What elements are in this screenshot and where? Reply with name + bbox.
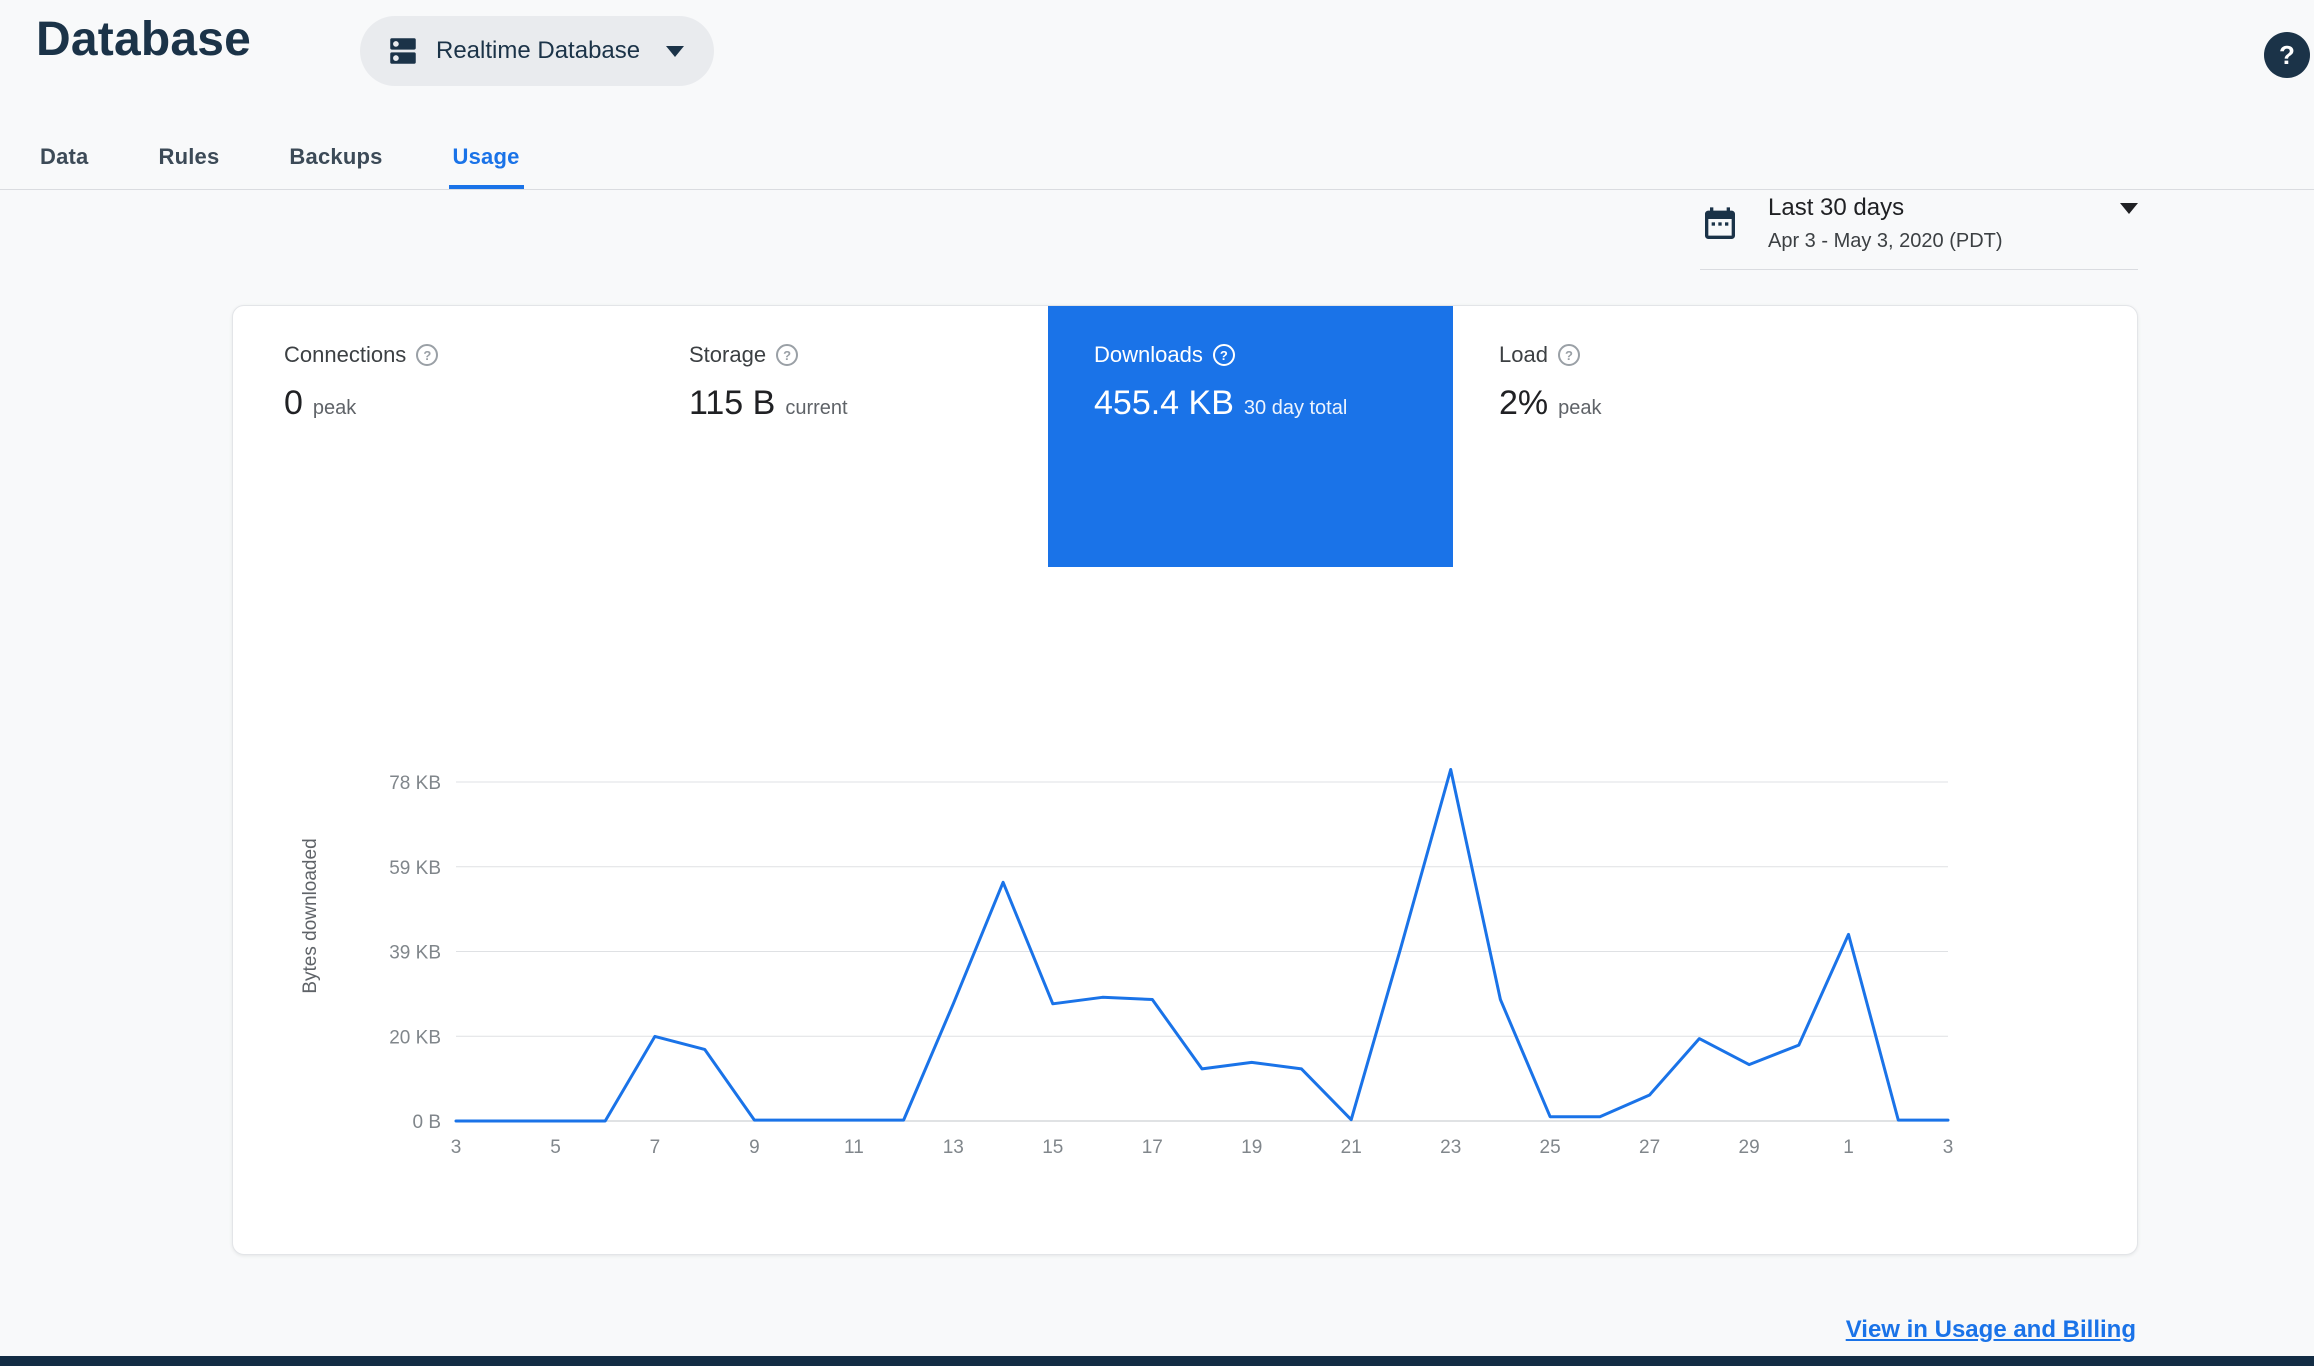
svg-text:27: 27 xyxy=(1639,1137,1660,1158)
database-usage-page: Database Realtime Database ? Data Rules … xyxy=(0,0,2314,1366)
tab-backups[interactable]: Backups xyxy=(285,130,386,189)
metric-label: Load xyxy=(1499,342,1548,367)
svg-text:78 KB: 78 KB xyxy=(389,773,441,794)
metric-unit: peak xyxy=(1558,397,1602,419)
svg-text:19: 19 xyxy=(1241,1137,1262,1158)
chevron-down-icon xyxy=(2120,202,2138,214)
metric-load[interactable]: Load ? 2% peak xyxy=(1453,306,1858,567)
svg-text:23: 23 xyxy=(1440,1137,1461,1158)
date-range-label: Last 30 days xyxy=(1768,194,1905,221)
metric-downloads[interactable]: Downloads ? 455.4 KB 30 day total xyxy=(1048,306,1453,567)
metric-connections[interactable]: Connections ? 0 peak xyxy=(238,306,643,567)
help-circle-icon[interactable]: ? xyxy=(776,344,799,366)
svg-text:25: 25 xyxy=(1540,1137,1561,1158)
svg-text:9: 9 xyxy=(749,1137,760,1158)
svg-text:20 KB: 20 KB xyxy=(389,1027,441,1048)
metric-unit: peak xyxy=(312,397,357,419)
database-instance-selector[interactable]: Realtime Database xyxy=(360,16,715,86)
svg-text:21: 21 xyxy=(1341,1137,1362,1158)
view-usage-billing-link[interactable]: View in Usage and Billing xyxy=(1846,1316,2136,1344)
svg-text:29: 29 xyxy=(1739,1137,1760,1158)
section-tabs: Data Rules Backups Usage xyxy=(0,130,2314,190)
metric-tabs: Connections ? 0 peak Storage ? 115 B cur… xyxy=(238,306,1858,567)
downloads-line-chart: 0 B20 KB39 KB59 KB78 KB3 5 7 9 11 13 15 17 19 21 2… xyxy=(300,768,1954,1158)
svg-text:17: 17 xyxy=(1142,1137,1163,1158)
page-title: Database xyxy=(36,13,252,66)
usage-card: Connections ? 0 peak Storage ? 115 B cur… xyxy=(232,305,2138,1255)
svg-text:7: 7 xyxy=(650,1137,661,1158)
question-mark-icon: ? xyxy=(2279,39,2295,70)
date-range-content: Last 30 days Apr 3 - May 3, 2020 (PDT) xyxy=(1768,194,2138,253)
svg-text:1: 1 xyxy=(1843,1137,1854,1158)
metric-value: 115 B xyxy=(689,384,776,422)
metric-storage[interactable]: Storage ? 115 B current xyxy=(643,306,1048,567)
svg-text:39 KB: 39 KB xyxy=(389,943,441,964)
metric-value: 455.4 KB xyxy=(1094,384,1234,422)
metric-label: Downloads xyxy=(1094,342,1203,367)
metric-label: Connections xyxy=(284,342,407,367)
database-icon xyxy=(386,34,420,68)
tab-data[interactable]: Data xyxy=(36,130,93,189)
date-range-selector[interactable]: Last 30 days Apr 3 - May 3, 2020 (PDT) xyxy=(1700,194,2138,270)
help-button[interactable]: ? xyxy=(2264,32,2310,78)
svg-text:3: 3 xyxy=(451,1137,462,1158)
metric-value: 0 xyxy=(284,384,303,422)
svg-text:13: 13 xyxy=(943,1137,964,1158)
help-circle-icon[interactable]: ? xyxy=(416,344,439,366)
metric-unit: current xyxy=(785,397,848,419)
svg-text:Bytes downloaded: Bytes downloaded xyxy=(300,838,321,993)
help-circle-icon[interactable]: ? xyxy=(1557,344,1580,366)
calendar-icon xyxy=(1700,204,1740,244)
tab-usage[interactable]: Usage xyxy=(448,130,524,189)
footer-strip xyxy=(0,1356,2314,1366)
chevron-down-icon xyxy=(666,45,685,57)
date-range-detail: Apr 3 - May 3, 2020 (PDT) xyxy=(1768,230,2003,252)
metric-unit: 30 day total xyxy=(1243,397,1348,419)
svg-text:59 KB: 59 KB xyxy=(389,858,441,879)
metric-label: Storage xyxy=(689,342,767,367)
selector-label: Realtime Database xyxy=(436,37,641,64)
help-circle-icon[interactable]: ? xyxy=(1212,344,1235,366)
svg-text:3: 3 xyxy=(1943,1137,1954,1158)
svg-text:11: 11 xyxy=(844,1137,864,1158)
tab-rules[interactable]: Rules xyxy=(155,130,224,189)
svg-text:5: 5 xyxy=(550,1137,561,1158)
svg-text:15: 15 xyxy=(1042,1137,1063,1158)
metric-value: 2% xyxy=(1499,384,1549,422)
svg-text:0 B: 0 B xyxy=(412,1112,441,1133)
